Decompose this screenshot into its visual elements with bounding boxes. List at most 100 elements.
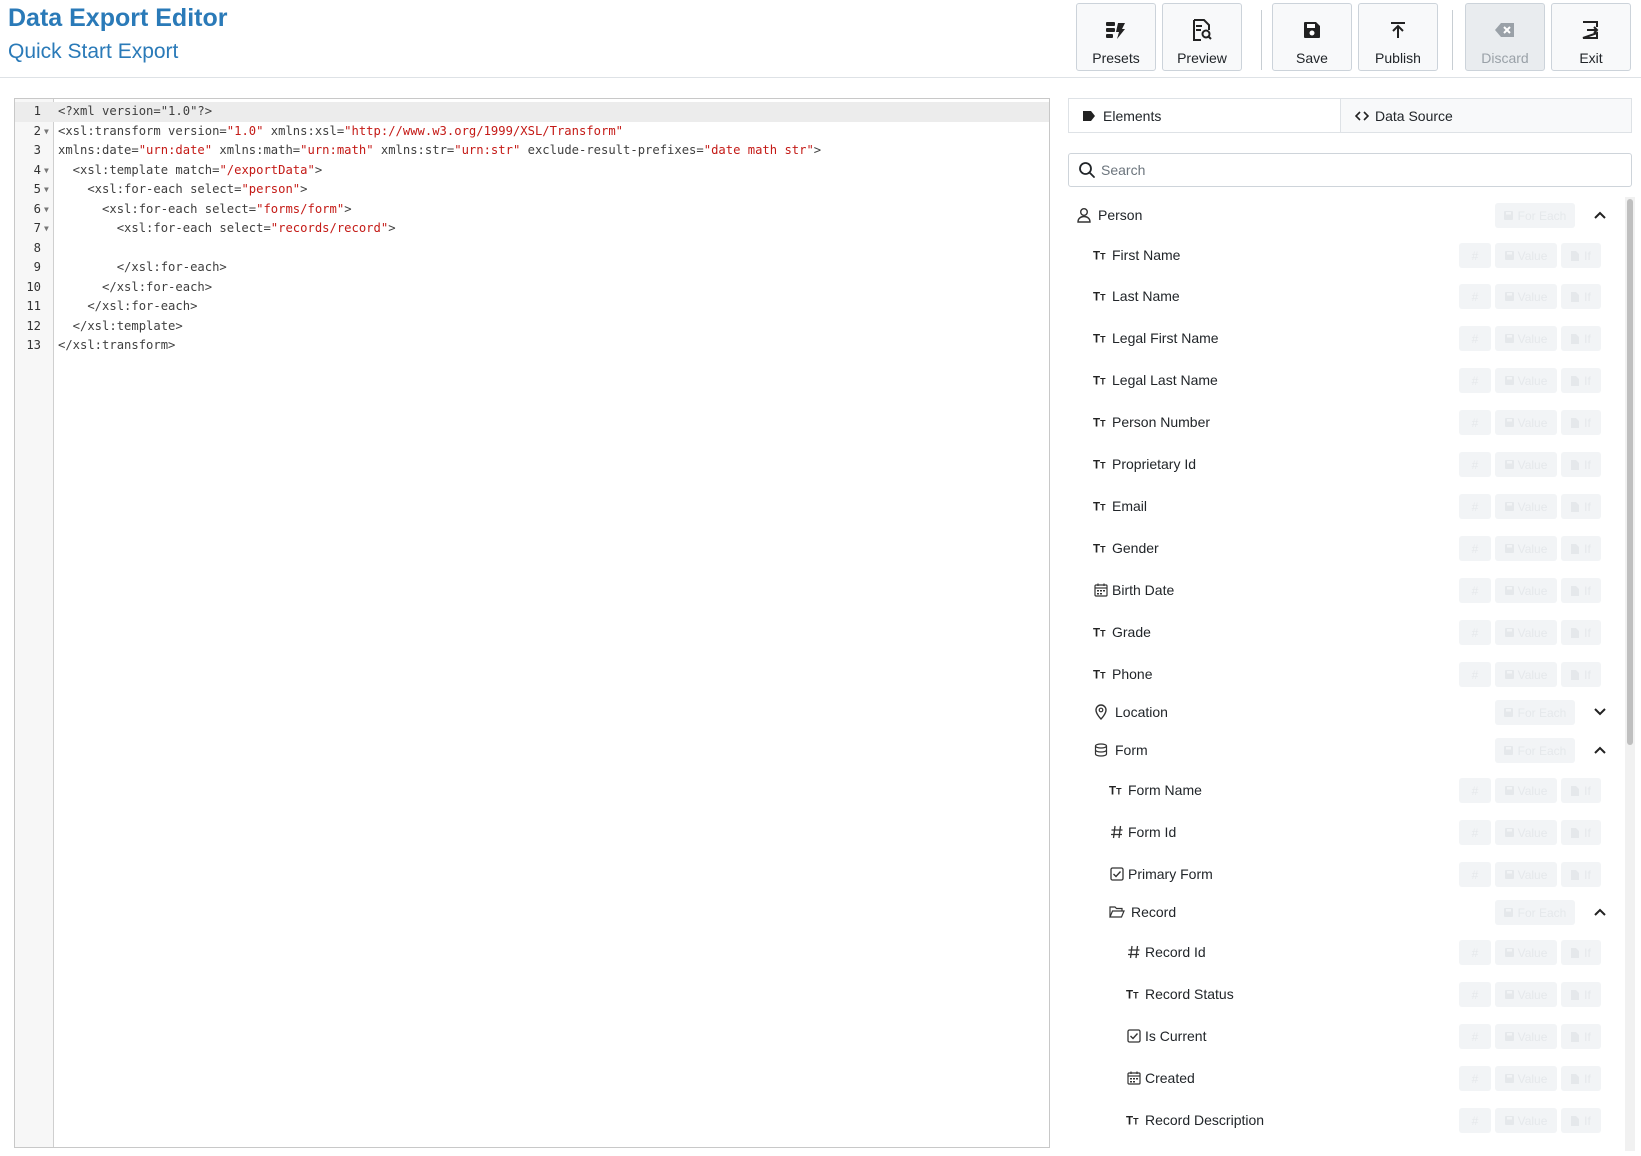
- code-line[interactable]: 10 </xsl:for-each>: [15, 278, 1049, 298]
- code-text[interactable]: </xsl:for-each>: [58, 278, 212, 298]
- insert-value-button[interactable]: Value: [1495, 820, 1557, 845]
- insert-if-button[interactable]: If: [1561, 1066, 1601, 1091]
- tree-group-location[interactable]: Location For Each: [1068, 694, 1624, 732]
- insert-value-button[interactable]: Value: [1495, 1066, 1557, 1091]
- insert-value-button[interactable]: Value: [1495, 368, 1557, 393]
- tree-item-last-name[interactable]: T T Last Name # Value If: [1068, 278, 1624, 316]
- search-input[interactable]: [1101, 160, 1621, 180]
- insert-hash-button[interactable]: #: [1459, 368, 1491, 393]
- fold-arrow-icon[interactable]: ▼: [44, 122, 49, 142]
- insert-if-button[interactable]: If: [1561, 1024, 1601, 1049]
- code-text[interactable]: <xsl:for-each select="forms/form">: [58, 200, 352, 220]
- code-text[interactable]: <xsl:template match="/exportData">: [58, 161, 323, 181]
- insert-value-button[interactable]: Value: [1495, 778, 1557, 803]
- code-editor[interactable]: 1 <?xml version="1.0"?> 2 ▼ <xsl:transform v…: [14, 98, 1050, 1148]
- code-line[interactable]: 6 ▼ <xsl:for-each select="forms/form">: [15, 200, 1049, 220]
- insert-if-button[interactable]: If: [1561, 820, 1601, 845]
- insert-value-button[interactable]: Value: [1495, 862, 1557, 887]
- code-text[interactable]: <xsl:for-each select="records/record">: [58, 219, 396, 239]
- insert-if-button[interactable]: If: [1561, 494, 1601, 519]
- insert-hash-button[interactable]: #: [1459, 536, 1491, 561]
- code-line[interactable]: 3 xmlns:date="urn:date" xmlns:math="urn:m…: [15, 141, 1049, 161]
- save-button[interactable]: Save: [1272, 3, 1352, 71]
- tree-item-record-id[interactable]: Record Id # Value If: [1068, 934, 1624, 972]
- insert-hash-button[interactable]: #: [1459, 862, 1491, 887]
- tree-item-form-id[interactable]: Form Id # Value If: [1068, 814, 1624, 852]
- insert-hash-button[interactable]: #: [1459, 620, 1491, 645]
- tree-item-form-name[interactable]: T T Form Name # Value If: [1068, 772, 1624, 810]
- tree-item-gender[interactable]: T T Gender # Value If: [1068, 530, 1624, 568]
- insert-if-button[interactable]: If: [1561, 620, 1601, 645]
- fold-arrow-icon[interactable]: ▼: [44, 219, 49, 239]
- code-line[interactable]: 4 ▼ <xsl:template match="/exportData">: [15, 161, 1049, 181]
- code-line[interactable]: 13 </xsl:transform>: [15, 336, 1049, 356]
- insert-for-each-button[interactable]: For Each: [1495, 700, 1575, 725]
- preview-button[interactable]: Preview: [1162, 3, 1242, 71]
- code-text[interactable]: xmlns:date="urn:date" xmlns:math="urn:ma…: [58, 141, 821, 161]
- fold-arrow-icon[interactable]: ▼: [44, 161, 49, 181]
- tree-item-grade[interactable]: T T Grade # Value If: [1068, 614, 1624, 652]
- insert-hash-button[interactable]: #: [1459, 578, 1491, 603]
- insert-hash-button[interactable]: #: [1459, 284, 1491, 309]
- insert-if-button[interactable]: If: [1561, 452, 1601, 477]
- insert-if-button[interactable]: If: [1561, 326, 1601, 351]
- code-text[interactable]: </xsl:for-each>: [58, 297, 197, 317]
- tree-item-legal-first-name[interactable]: T T Legal First Name # Value If: [1068, 320, 1624, 358]
- insert-for-each-button[interactable]: For Each: [1495, 203, 1575, 228]
- tree-item-is-current[interactable]: Is Current # Value If: [1068, 1018, 1624, 1056]
- chevron-up-icon[interactable]: [1592, 207, 1608, 223]
- insert-value-button[interactable]: Value: [1495, 578, 1557, 603]
- tab-data-source[interactable]: Data Source: [1341, 99, 1631, 132]
- insert-value-button[interactable]: Value: [1495, 940, 1557, 965]
- insert-value-button[interactable]: Value: [1495, 284, 1557, 309]
- code-text[interactable]: <xsl:transform version="1.0" xmlns:xsl="…: [58, 122, 623, 142]
- insert-for-each-button[interactable]: For Each: [1495, 738, 1575, 763]
- fold-arrow-icon[interactable]: ▼: [44, 200, 49, 220]
- code-text[interactable]: </xsl:transform>: [58, 336, 175, 356]
- code-text[interactable]: </xsl:for-each>: [58, 258, 227, 278]
- tree-item-email[interactable]: T T Email # Value If: [1068, 488, 1624, 526]
- insert-hash-button[interactable]: #: [1459, 452, 1491, 477]
- insert-for-each-button[interactable]: For Each: [1495, 900, 1575, 925]
- chevron-up-icon[interactable]: [1592, 904, 1608, 920]
- tree-group-person[interactable]: Person For Each: [1068, 197, 1624, 235]
- insert-value-button[interactable]: Value: [1495, 452, 1557, 477]
- tree-item-record-description[interactable]: T T Record Description # Value If: [1068, 1102, 1624, 1140]
- chevron-down-icon[interactable]: [1592, 704, 1608, 720]
- insert-if-button[interactable]: If: [1561, 284, 1601, 309]
- code-line[interactable]: 8: [15, 239, 1049, 259]
- insert-hash-button[interactable]: #: [1459, 1066, 1491, 1091]
- tree-item-record-status[interactable]: T T Record Status # Value If: [1068, 976, 1624, 1014]
- insert-hash-button[interactable]: #: [1459, 410, 1491, 435]
- code-line[interactable]: 12 </xsl:template>: [15, 317, 1049, 337]
- insert-if-button[interactable]: If: [1561, 410, 1601, 435]
- insert-if-button[interactable]: If: [1561, 243, 1601, 268]
- insert-if-button[interactable]: If: [1561, 778, 1601, 803]
- insert-value-button[interactable]: Value: [1495, 494, 1557, 519]
- chevron-up-icon[interactable]: [1592, 742, 1608, 758]
- insert-value-button[interactable]: Value: [1495, 982, 1557, 1007]
- tree-item-primary-form[interactable]: Primary Form # Value If: [1068, 856, 1624, 894]
- insert-value-button[interactable]: Value: [1495, 410, 1557, 435]
- tree-item-birth-date[interactable]: Birth Date # Value If: [1068, 572, 1624, 610]
- insert-hash-button[interactable]: #: [1459, 243, 1491, 268]
- insert-hash-button[interactable]: #: [1459, 494, 1491, 519]
- fold-arrow-icon[interactable]: ▼: [44, 180, 49, 200]
- code-line[interactable]: 1 <?xml version="1.0"?>: [15, 102, 1049, 122]
- code-line[interactable]: 9 </xsl:for-each>: [15, 258, 1049, 278]
- insert-if-button[interactable]: If: [1561, 1108, 1601, 1133]
- insert-value-button[interactable]: Value: [1495, 536, 1557, 561]
- code-text[interactable]: <?xml version="1.0"?>: [58, 102, 212, 122]
- publish-button[interactable]: Publish: [1358, 3, 1438, 71]
- insert-hash-button[interactable]: #: [1459, 982, 1491, 1007]
- code-line[interactable]: 11 </xsl:for-each>: [15, 297, 1049, 317]
- tree-item-created[interactable]: Created # Value If: [1068, 1060, 1624, 1098]
- insert-hash-button[interactable]: #: [1459, 820, 1491, 845]
- code-line[interactable]: 7 ▼ <xsl:for-each select="records/record"…: [15, 219, 1049, 239]
- tree-item-first-name[interactable]: T T First Name # Value If: [1068, 237, 1624, 275]
- insert-value-button[interactable]: Value: [1495, 1024, 1557, 1049]
- insert-hash-button[interactable]: #: [1459, 1108, 1491, 1133]
- insert-if-button[interactable]: If: [1561, 982, 1601, 1007]
- insert-value-button[interactable]: Value: [1495, 662, 1557, 687]
- insert-if-button[interactable]: If: [1561, 662, 1601, 687]
